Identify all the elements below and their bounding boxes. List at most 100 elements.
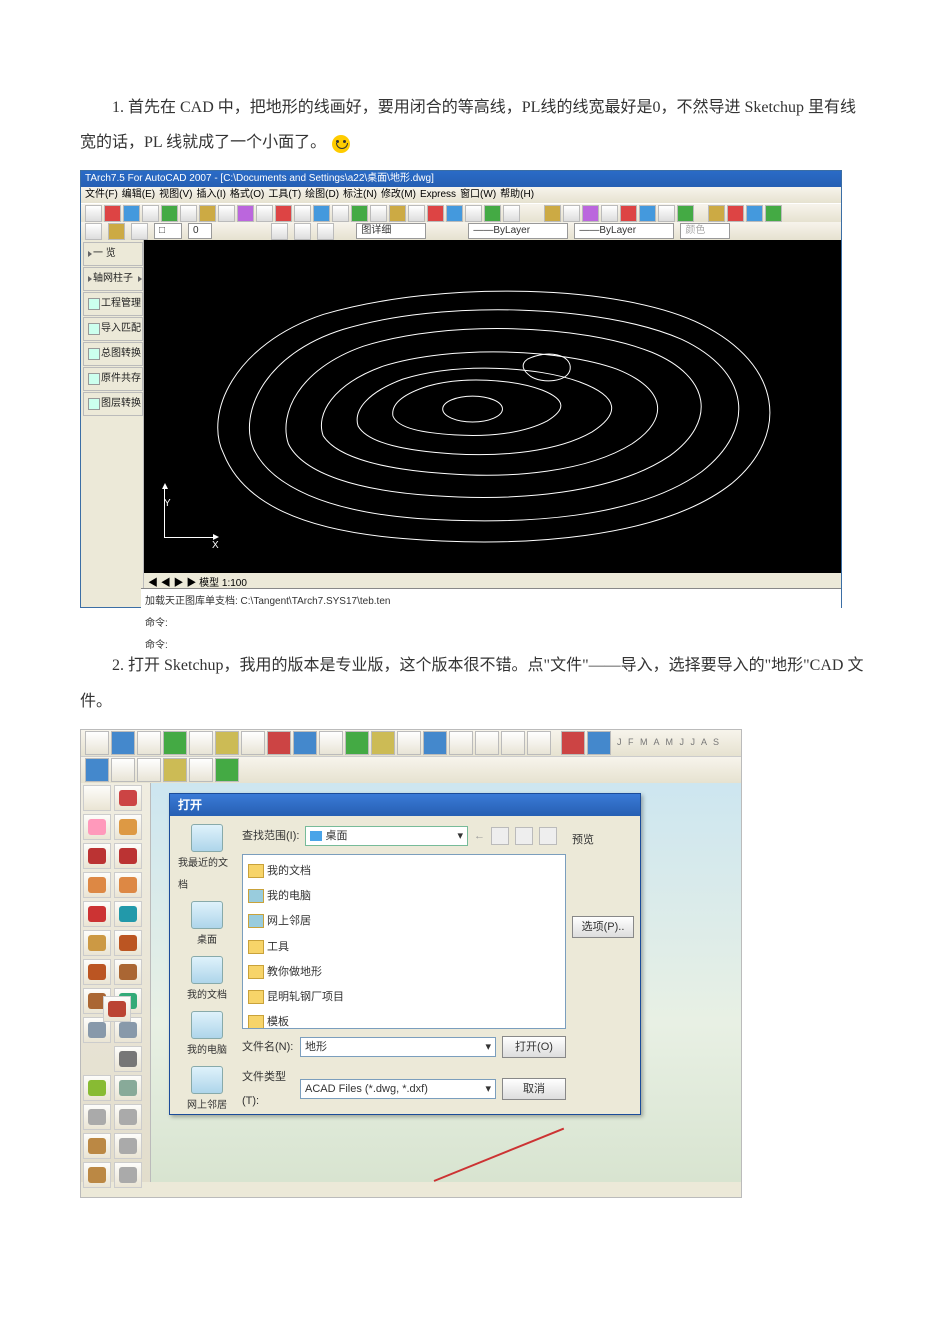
tool-icon[interactable] (561, 731, 585, 755)
toolbar-icon[interactable] (563, 205, 580, 222)
list-item[interactable]: 工具 (247, 935, 561, 959)
toolbar-icon[interactable] (620, 205, 637, 222)
toolbar-icon[interactable] (237, 205, 254, 222)
toolbar-icon[interactable] (408, 205, 425, 222)
tool-icon[interactable] (85, 758, 109, 782)
offset-tool-icon[interactable] (114, 959, 142, 985)
cad-menu-item[interactable]: 格式(O) (230, 184, 264, 206)
toolbar-icon[interactable] (582, 205, 599, 222)
list-item[interactable]: 昆明轧钢厂项目 (247, 985, 561, 1009)
zoom-tool-icon[interactable] (83, 1104, 111, 1130)
section-tool-icon[interactable] (114, 1046, 142, 1072)
list-item[interactable]: 模板 (247, 1010, 561, 1029)
sidebar-item[interactable]: 一 览 (86, 243, 118, 265)
sidebar-item[interactable]: 原件共存 (86, 368, 143, 390)
layer-icon[interactable] (108, 223, 125, 240)
toolbar-icon[interactable] (427, 205, 444, 222)
cad-menu-item[interactable]: 绘图(D) (305, 184, 339, 206)
tool-icon[interactable] (501, 731, 525, 755)
cad-menu-item[interactable]: 编辑(E) (122, 184, 155, 206)
layer-icon[interactable] (294, 223, 311, 240)
tool-icon[interactable] (137, 731, 161, 755)
place-network[interactable]: 网上邻居 (187, 1066, 227, 1117)
tool-icon[interactable] (215, 731, 239, 755)
cad-menu-item[interactable]: 窗口(W) (460, 184, 496, 206)
eraser-tool-icon[interactable] (83, 814, 111, 840)
list-item[interactable]: 我的电脑 (247, 884, 561, 908)
sidebar-item[interactable]: 导入匹配 (86, 318, 143, 340)
push-tool-icon[interactable] (83, 930, 111, 956)
pencil-tool-icon[interactable] (114, 785, 142, 811)
place-documents[interactable]: 我的文档 (187, 956, 227, 1007)
orbit-tool-icon[interactable] (83, 1075, 111, 1101)
lineweight-dropdown[interactable]: —— ByLayer (574, 223, 674, 239)
axes-tool-icon[interactable] (103, 996, 131, 1022)
rect-tool-icon[interactable] (114, 843, 142, 869)
toolbar-icon[interactable] (123, 205, 140, 222)
tool-icon[interactable] (189, 731, 213, 755)
sidebar-item[interactable]: 图层转换 (86, 393, 143, 415)
options-button[interactable]: 选项(P).. (572, 916, 634, 938)
move-tool-icon[interactable] (83, 901, 111, 927)
cad-menu-item[interactable]: 插入(I) (196, 184, 225, 206)
place-computer[interactable]: 我的电脑 (187, 1011, 227, 1062)
arc-tool-icon[interactable] (83, 872, 111, 898)
tool-icon[interactable] (137, 758, 161, 782)
pan-tool-icon[interactable] (114, 1075, 142, 1101)
cad-menu-item[interactable]: 工具(T) (268, 184, 301, 206)
walk-tool-icon[interactable] (83, 1162, 111, 1188)
tool-icon[interactable] (163, 758, 187, 782)
tool-icon[interactable] (85, 731, 109, 755)
toolbar-icon[interactable] (142, 205, 159, 222)
toolbar-icon[interactable] (446, 205, 463, 222)
toolbar-icon[interactable] (351, 205, 368, 222)
layer-dropdown[interactable]: 0 (188, 223, 212, 239)
sidebar-item[interactable]: 总图转换 (86, 343, 143, 365)
list-item[interactable]: 我的文档 (247, 859, 561, 883)
cad-menu-item[interactable]: 文件(F) (85, 184, 118, 206)
cad-menu-item[interactable]: Express (420, 184, 456, 206)
sketchup-viewport[interactable]: 打开 我最近的文档 桌面 我的文档 我的电脑 网上邻居 (151, 783, 741, 1182)
linetype-dropdown[interactable]: —— ByLayer (468, 223, 568, 239)
toolbar-icon[interactable] (180, 205, 197, 222)
position-camera-icon[interactable] (83, 1133, 111, 1159)
cad-menu-item[interactable]: 帮助(H) (500, 184, 534, 206)
filename-combo[interactable]: 地形▾ (300, 1037, 496, 1057)
toolbar-icon[interactable] (746, 205, 763, 222)
toolbar-icon[interactable] (727, 205, 744, 222)
tool-icon[interactable] (319, 731, 343, 755)
layer-icon[interactable] (317, 223, 334, 240)
color-dropdown[interactable]: 颜色 (680, 223, 730, 239)
toolbar-icon[interactable] (465, 205, 482, 222)
toolbar-icon[interactable] (218, 205, 235, 222)
toolbar-icon[interactable] (370, 205, 387, 222)
layer-icon[interactable] (131, 223, 148, 240)
tool-icon[interactable] (215, 758, 239, 782)
tool-icon[interactable] (423, 731, 447, 755)
line-tool-icon[interactable] (83, 843, 111, 869)
cad-menu-item[interactable]: 视图(V) (159, 184, 192, 206)
tool-icon[interactable] (371, 731, 395, 755)
rotate-tool-icon[interactable] (114, 901, 142, 927)
look-around-icon[interactable] (114, 1133, 142, 1159)
back-icon[interactable]: ← (474, 824, 485, 848)
followme-tool-icon[interactable] (114, 930, 142, 956)
toolbar-icon[interactable] (639, 205, 656, 222)
tool-icon[interactable] (527, 731, 551, 755)
filetype-combo[interactable]: ACAD Files (*.dwg, *.dxf)▾ (300, 1079, 496, 1099)
toolbar-icon[interactable] (161, 205, 178, 222)
prop-dropdown[interactable]: 图详细 (356, 223, 426, 239)
tool-icon[interactable] (241, 731, 265, 755)
layer-color-swatch[interactable]: □ (154, 223, 182, 239)
cad-command-line[interactable]: 加载天正图库单支档: C:\Tangent\TArch7.SYS17\teb.t… (141, 588, 841, 631)
toolbar-icon[interactable] (765, 205, 782, 222)
tool-icon[interactable] (345, 731, 369, 755)
bucket-tool-icon[interactable] (114, 814, 142, 840)
circle-tool-icon[interactable] (114, 872, 142, 898)
layer-icon[interactable] (271, 223, 288, 240)
select-tool-icon[interactable] (83, 785, 111, 811)
sidebar-item[interactable]: 墙 体 (136, 268, 144, 290)
toolbar-icon[interactable] (708, 205, 725, 222)
up-icon[interactable] (491, 827, 509, 845)
tool-icon[interactable] (475, 731, 499, 755)
